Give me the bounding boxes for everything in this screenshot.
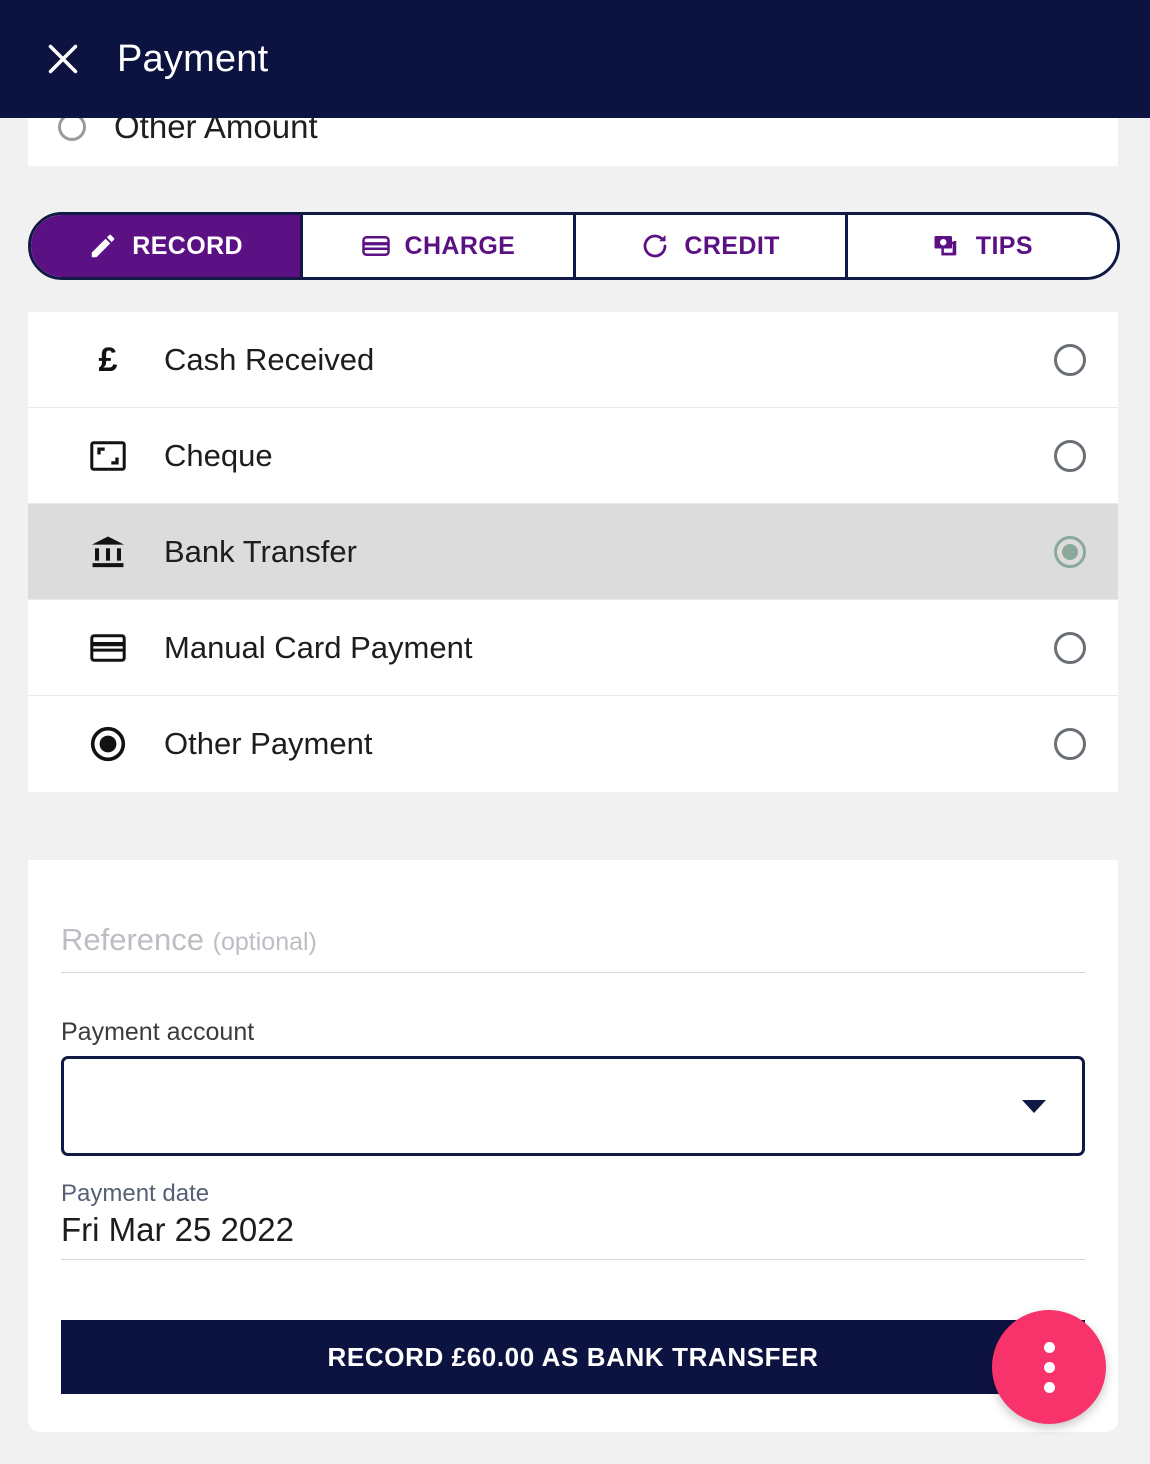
more-vertical-icon-dot [1043,1381,1055,1393]
cheque-icon [80,440,136,471]
tab-credit[interactable]: CREDIT [575,215,848,277]
method-radio-manual-card-payment[interactable] [1054,631,1086,664]
method-radio-cash-received[interactable] [1054,343,1086,376]
more-vertical-icon-dot [1043,1361,1055,1373]
payment-date-value: Fri Mar 25 2022 [61,1211,294,1248]
payment-date-field[interactable]: Payment date Fri Mar 25 2022 [61,1180,1085,1260]
method-row-manual-card-payment[interactable]: Manual Card Payment [28,600,1118,696]
payment-date-label: Payment date [61,1180,210,1207]
app-header: Payment [0,0,1150,118]
method-radio-cheque[interactable] [1054,439,1086,472]
bank-icon [80,535,136,569]
payment-account-select[interactable] [61,1056,1085,1156]
banknotes-icon [932,231,962,261]
tab-tips[interactable]: TIPS [847,215,1117,277]
record-payment-button[interactable]: RECORD £60.00 AS BANK TRANSFER [61,1320,1085,1394]
payment-methods-list: £ Cash Received Cheque Bank Transfer Man… [28,312,1118,792]
method-radio-bank-transfer[interactable] [1054,535,1086,568]
reference-placeholder-main: Reference [61,922,205,957]
tab-credit-label: CREDIT [684,231,780,260]
payment-mode-tabs: RECORD CHARGE CREDIT TIPS [28,212,1120,280]
method-label: Bank Transfer [164,533,357,569]
tab-charge[interactable]: CHARGE [303,215,576,277]
tab-record[interactable]: RECORD [31,215,304,277]
payment-screen: Other Amount RECORD CHARGE CREDIT TIPS £… [0,0,1150,1464]
tab-charge-label: CHARGE [404,231,516,260]
method-row-other-payment[interactable]: Other Payment [28,696,1118,792]
reference-placeholder-optional: (optional) [212,928,317,956]
payment-account-field: Payment account [61,1018,1085,1156]
method-radio-other-payment[interactable] [1054,728,1086,760]
refresh-icon [640,231,670,261]
filled-radio-icon [80,726,136,762]
reference-input[interactable]: Reference (optional) [61,922,1085,973]
tab-record-label: RECORD [132,231,243,260]
pencil-icon [88,231,118,261]
method-row-cash-received[interactable]: £ Cash Received [28,312,1118,408]
method-label: Cash Received [164,341,375,377]
credit-card-icon [361,231,391,261]
method-row-bank-transfer[interactable]: Bank Transfer [28,504,1118,600]
more-options-fab[interactable] [992,1310,1106,1424]
reference-placeholder: Reference (optional) [61,922,317,957]
payment-account-label: Payment account [61,1018,255,1046]
chevron-down-icon [1022,1099,1046,1113]
more-vertical-icon-dot [1043,1341,1055,1353]
method-label: Cheque [164,437,273,473]
credit-card-icon [80,633,136,663]
tab-tips-label: TIPS [975,231,1033,260]
method-label: Manual Card Payment [164,629,473,665]
page-title: Payment [117,37,269,80]
method-label: Other Payment [164,726,373,761]
close-icon[interactable] [36,32,90,86]
pound-sign-icon: £ [98,340,118,379]
payment-details-form: Reference (optional) Payment account Pay… [28,860,1118,1432]
method-row-cheque[interactable]: Cheque [28,408,1118,504]
